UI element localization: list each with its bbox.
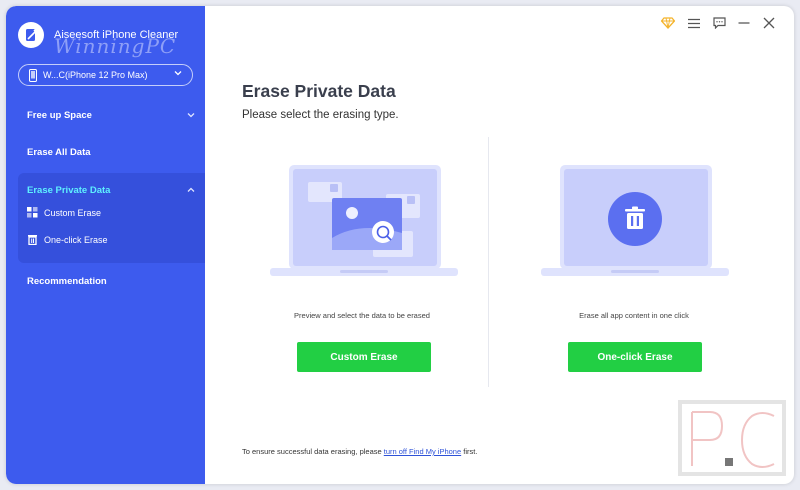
chevron-down-icon <box>186 110 196 123</box>
one-click-erase-button[interactable]: One-click Erase <box>568 342 702 372</box>
footer-text-end: first. <box>461 447 478 456</box>
sidebar-item-erase-private-data[interactable]: Erase Private Data <box>6 185 205 196</box>
menu-icon[interactable] <box>686 15 702 31</box>
one-click-erase-caption: Erase all app content in one click <box>579 311 689 320</box>
sidebar-subitem-label: One-click Erase <box>44 234 108 245</box>
page-title: Erase Private Data <box>242 81 396 101</box>
footer-text: To ensure successful data erasing, pleas… <box>242 447 384 456</box>
sidebar-item-label: Erase All Data <box>27 147 91 158</box>
phone-icon <box>29 68 37 82</box>
close-icon[interactable] <box>761 15 777 31</box>
sidebar-subitem-one-click-erase[interactable]: One-click Erase <box>27 234 108 245</box>
app-logo-icon <box>18 22 44 48</box>
custom-erase-caption: Preview and select the data to be erased <box>294 311 430 320</box>
page-subtitle: Please select the erasing type. <box>242 109 399 121</box>
device-name: W...C(iPhone 12 Pro Max) <box>43 70 148 80</box>
trash-icon <box>28 235 37 245</box>
sidebar-item-recommendation[interactable]: Recommendation <box>6 276 205 287</box>
custom-erase-illustration <box>270 165 458 276</box>
sidebar-subitem-custom-erase[interactable]: Custom Erase <box>27 207 101 218</box>
sidebar: Aiseesoft iPhone Cleaner WinningPC W...C… <box>6 6 205 484</box>
sidebar-item-label: Recommendation <box>27 276 107 287</box>
chevron-down-icon <box>173 68 183 80</box>
one-click-erase-illustration <box>541 165 729 276</box>
sidebar-item-erase-all-data[interactable]: Erase All Data <box>6 147 205 158</box>
sidebar-item-label: Free up Space <box>27 110 92 121</box>
option-divider <box>488 137 489 387</box>
custom-erase-button[interactable]: Custom Erase <box>297 342 431 372</box>
sidebar-subitem-label: Custom Erase <box>44 207 102 218</box>
minimize-icon[interactable] <box>736 15 752 31</box>
footer-note: To ensure successful data erasing, pleas… <box>242 447 477 456</box>
feedback-chat-icon[interactable] <box>711 15 727 31</box>
find-my-iphone-link[interactable]: turn off Find My iPhone <box>384 447 461 456</box>
chevron-up-icon <box>186 185 196 198</box>
sidebar-item-free-up-space[interactable]: Free up Space <box>6 110 205 121</box>
premium-diamond-icon[interactable] <box>660 15 676 31</box>
grid-icon <box>27 207 38 218</box>
watermark-text: WinningPC <box>54 34 177 58</box>
sidebar-item-label: Erase Private Data <box>27 185 111 196</box>
pc-watermark-logo <box>678 400 786 476</box>
device-selector[interactable]: W...C(iPhone 12 Pro Max) <box>18 64 193 86</box>
app-window: Aiseesoft iPhone Cleaner WinningPC W...C… <box>6 6 794 484</box>
